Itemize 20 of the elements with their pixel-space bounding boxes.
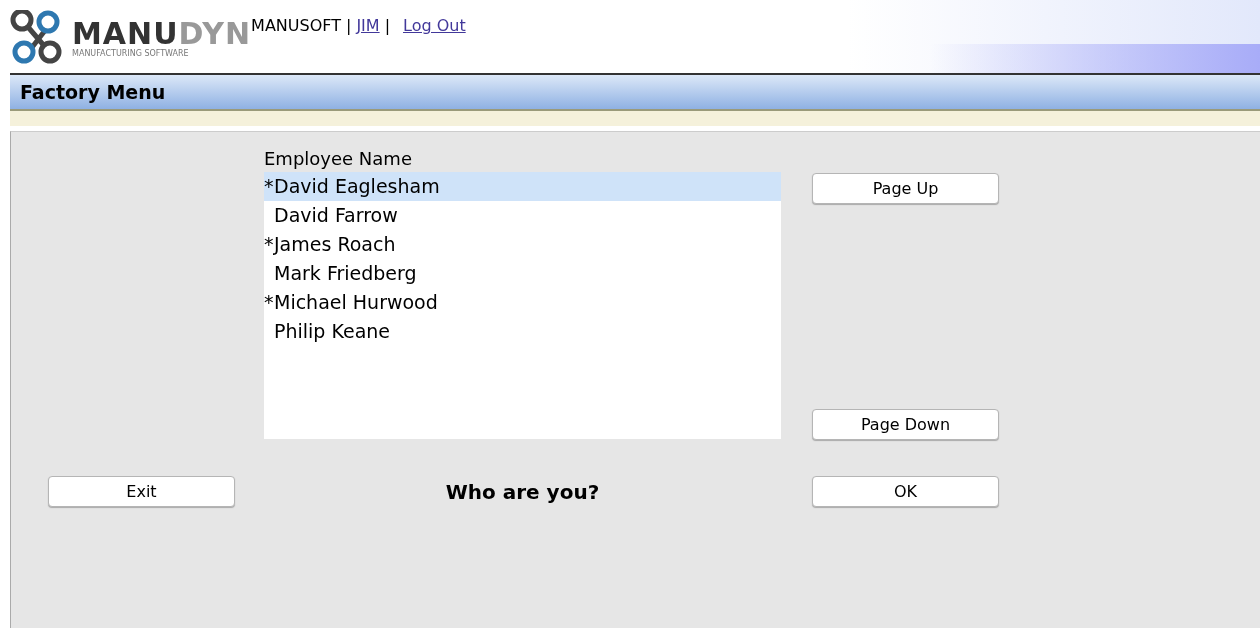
page-title: Factory Menu (20, 81, 166, 103)
logo-tagline: MANUFACTURING SOFTWARE (72, 48, 189, 58)
exit-button[interactable]: Exit (48, 476, 235, 507)
employee-item[interactable]: *Michael Hurwood (264, 288, 781, 317)
page-down-button[interactable]: Page Down (812, 409, 999, 440)
prompt-text: Who are you? (445, 479, 600, 504)
list-heading: Employee Name (264, 148, 413, 171)
ok-button[interactable]: OK (812, 476, 999, 507)
employee-item[interactable]: David Farrow (264, 201, 781, 230)
logo-wordmark: MANUDYN (72, 18, 252, 49)
separator: | (384, 16, 390, 35)
page-up-button[interactable]: Page Up (812, 173, 999, 204)
separator: | (346, 16, 352, 35)
logout-link[interactable]: Log Out (403, 16, 466, 35)
employee-item[interactable]: Philip Keane (264, 317, 781, 346)
employee-item[interactable]: *David Eaglesham (264, 172, 781, 201)
user-link[interactable]: JIM (356, 16, 380, 35)
company-name: MANUSOFT (251, 16, 341, 35)
employee-item[interactable]: *James Roach (264, 230, 781, 259)
employee-item[interactable]: Mark Friedberg (264, 259, 781, 288)
